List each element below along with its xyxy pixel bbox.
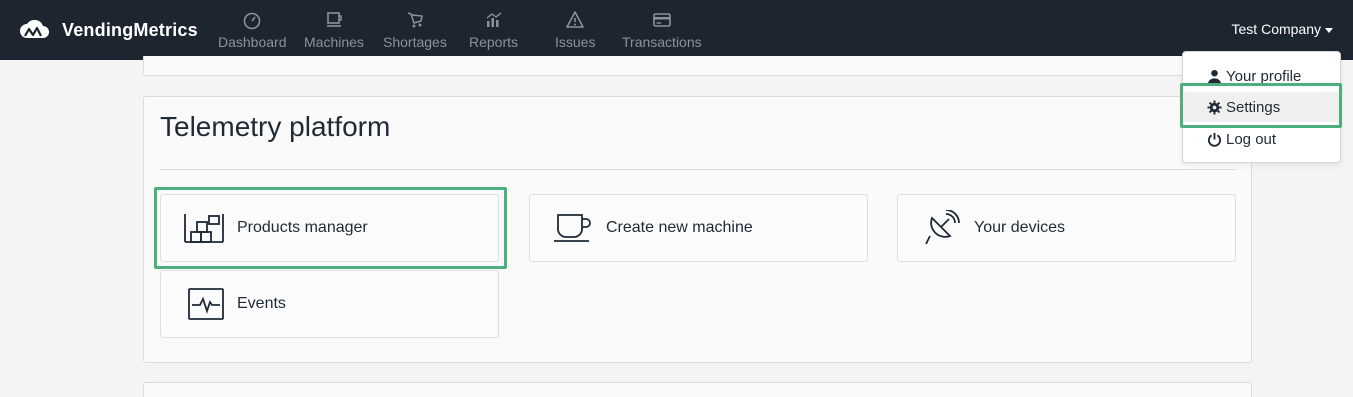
account-menu-toggle[interactable]: Test Company <box>1232 21 1333 37</box>
tile-your-devices[interactable]: Your devices <box>897 194 1236 262</box>
gauge-icon <box>243 12 261 30</box>
nav-machines[interactable]: Machines <box>304 10 364 50</box>
shelves-icon <box>184 214 224 243</box>
tile-create-new-machine[interactable]: Create new machine <box>529 194 868 262</box>
tile-label: Products manager <box>237 219 368 236</box>
nav-label: Transactions <box>622 34 702 50</box>
caret-down-icon <box>1325 27 1333 33</box>
cup-icon <box>554 214 591 242</box>
next-panel <box>143 382 1252 397</box>
gear-icon <box>1207 99 1222 115</box>
warning-icon <box>566 11 585 28</box>
menu-item-your-profile[interactable]: Your profile <box>1183 61 1340 91</box>
menu-item-label: Settings <box>1226 98 1281 116</box>
top-navbar: VendingMetrics Dashboard Machines Shorta… <box>0 0 1353 60</box>
telemetry-panel: Telemetry platform Products manager Crea… <box>143 96 1252 363</box>
account-dropdown-menu: Your profile Settings Log out <box>1182 51 1341 163</box>
brand-logo-icon <box>20 19 49 38</box>
previous-panel <box>143 56 1252 76</box>
nav-label: Shortages <box>383 34 447 50</box>
nav-reports[interactable]: Reports <box>469 10 518 50</box>
divider <box>160 169 1236 170</box>
brand[interactable]: VendingMetrics <box>18 14 198 46</box>
pulse-icon <box>188 288 224 320</box>
nav-issues[interactable]: Issues <box>555 10 595 50</box>
tile-products-manager[interactable]: Products manager <box>160 194 499 262</box>
nav-dashboard[interactable]: Dashboard <box>218 10 287 50</box>
menu-item-label: Your profile <box>1226 67 1302 85</box>
nav-label: Machines <box>304 34 364 50</box>
nav-transactions[interactable]: Transactions <box>622 10 702 50</box>
nav-label: Dashboard <box>218 34 287 50</box>
user-icon <box>1207 69 1222 84</box>
menu-item-settings[interactable]: Settings <box>1183 92 1340 122</box>
tile-label: Events <box>237 295 286 312</box>
power-icon <box>1207 132 1222 147</box>
nav-label: Reports <box>469 34 519 50</box>
menu-item-log-out[interactable]: Log out <box>1183 124 1340 154</box>
brand-name: VendingMetrics <box>62 19 198 40</box>
satellite-dish-icon <box>925 210 960 245</box>
tile-events[interactable]: Events <box>160 270 499 338</box>
chart-icon <box>486 12 501 27</box>
nav-label: Issues <box>555 34 596 50</box>
account-name: Test Company <box>1231 21 1321 37</box>
menu-item-label: Log out <box>1226 130 1277 148</box>
credit-card-icon <box>653 13 671 27</box>
cart-icon <box>407 12 423 28</box>
coffee-machine-icon <box>326 12 342 27</box>
tile-label: Your devices <box>974 219 1066 236</box>
tile-label: Create new machine <box>606 219 753 236</box>
panel-title: Telemetry platform <box>160 111 391 142</box>
nav-shortages[interactable]: Shortages <box>383 10 447 50</box>
